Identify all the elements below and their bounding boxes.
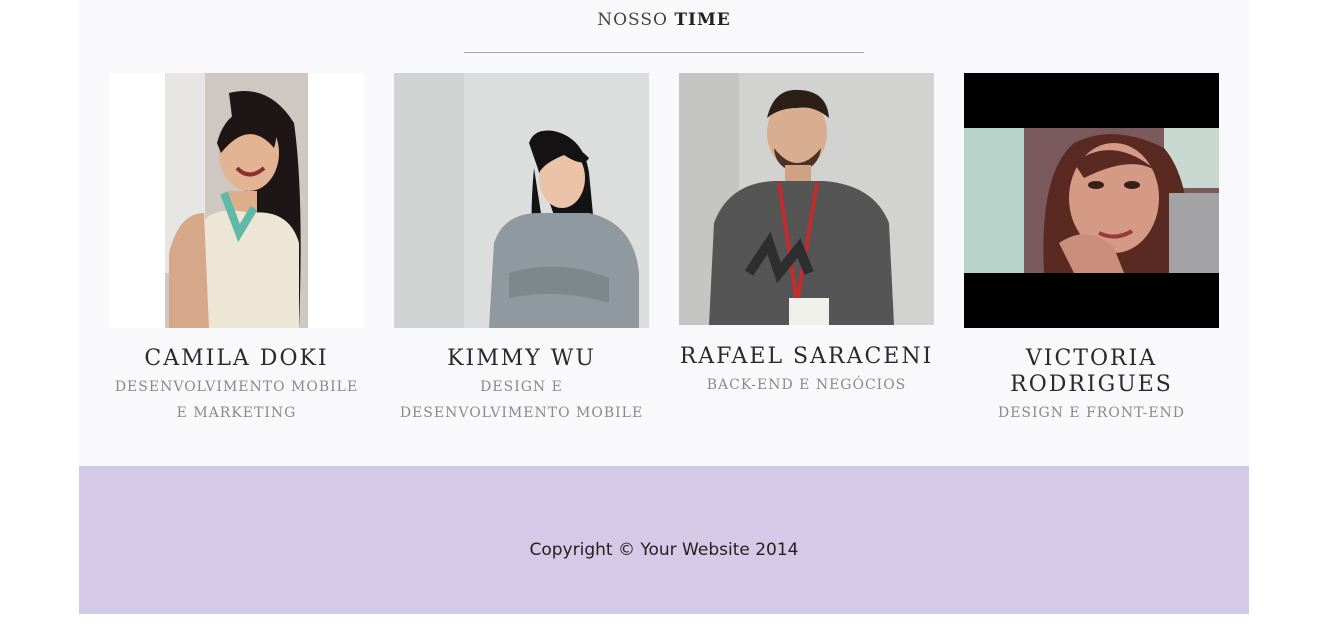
member-name: KIMMY WU <box>447 346 596 371</box>
team-section: NOSSO TIME CAMILA DOKI DESENVOLVIMENTO M… <box>79 0 1249 466</box>
member-photo <box>964 73 1219 328</box>
member-name: CAMILA DOKI <box>144 346 329 371</box>
footer: Copyright © Your Website 2014 <box>79 466 1249 614</box>
member-role: DESIGN E DESENVOLVIMENTO MOBILE <box>399 379 644 421</box>
team-member-card: RAFAEL SARACENI BACK-END E NEGÓCIOS <box>679 73 934 398</box>
section-title: NOSSO TIME <box>79 10 1249 30</box>
title-divider <box>464 52 864 53</box>
team-member-card: VICTORIA RODRIGUES DESIGN E FRONT-END <box>964 73 1219 426</box>
member-role: BACK-END E NEGÓCIOS <box>706 377 907 393</box>
section-title-light: NOSSO <box>597 10 668 30</box>
section-title-bold: TIME <box>674 10 731 30</box>
member-role: DESENVOLVIMENTO MOBILE E MARKETING <box>114 379 359 421</box>
member-role: DESIGN E FRONT-END <box>997 405 1186 421</box>
copyright-text: Copyright © Your Website 2014 <box>529 540 799 560</box>
member-photo <box>394 73 649 328</box>
team-member-card: KIMMY WU DESIGN E DESENVOLVIMENTO MOBILE <box>394 73 649 426</box>
member-photo <box>679 73 934 325</box>
member-photo <box>109 73 364 328</box>
member-name: VICTORIA RODRIGUES <box>1010 346 1173 397</box>
page: NOSSO TIME CAMILA DOKI DESENVOLVIMENTO M… <box>79 0 1249 614</box>
team-member-card: CAMILA DOKI DESENVOLVIMENTO MOBILE E MAR… <box>109 73 364 426</box>
member-name: RAFAEL SARACENI <box>679 344 934 369</box>
